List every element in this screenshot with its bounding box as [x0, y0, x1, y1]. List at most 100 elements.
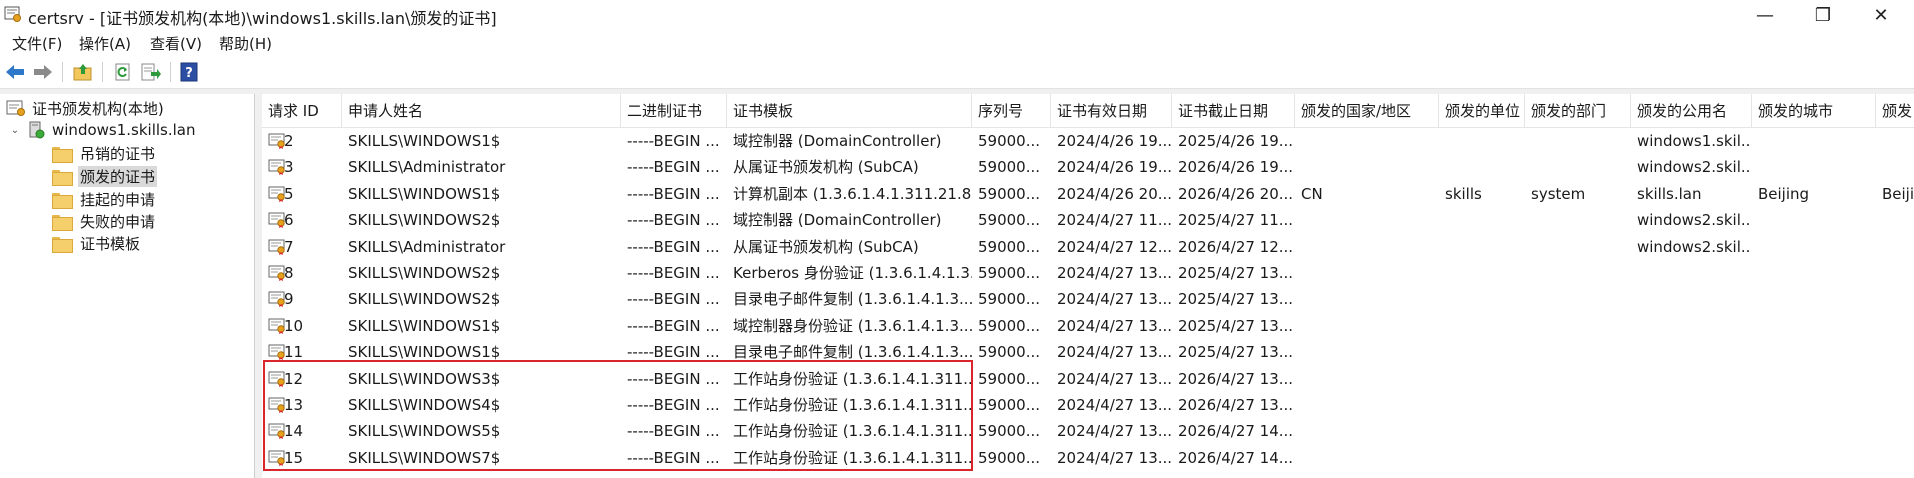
table-row[interactable]: 15 SKILLS\WINDOWS7$ -----BEGIN ... 工作站身份验证 … — [262, 445, 1914, 471]
cell-serial-number: 59000... — [978, 448, 1041, 467]
tree-folder-failed[interactable]: 失败的申请 — [52, 210, 157, 232]
table-row[interactable]: 5 SKILLS\WINDOWS1$ -----BEGIN ... 计算机副本 (1.… — [262, 181, 1914, 207]
cell-issued-cn: windows1.skil... — [1637, 132, 1752, 150]
cell-serial-number: 59000... — [978, 184, 1041, 203]
column-header-issued-state[interactable]: 颁发 — [1876, 94, 1914, 128]
cell-serial-number: 59000... — [978, 422, 1041, 441]
cell-issued-cn — [1631, 392, 1752, 418]
tree-root-label: 证书颁发机构(本地) — [32, 99, 164, 118]
column-header-cert-template[interactable]: 证书模板 — [727, 94, 972, 128]
tree-folder-pending[interactable]: 挂起的申请 — [52, 188, 157, 210]
cell-requester-name: SKILLS\WINDOWS1$ — [348, 316, 501, 335]
table-row[interactable]: 7 SKILLS\Administrator -----BEGIN ... 从属证书颁… — [262, 234, 1914, 260]
cell-valid-from: 2024/4/27 11... — [1057, 211, 1172, 230]
table-row[interactable]: 8 SKILLS\WINDOWS2$ -----BEGIN ... Kerberos … — [262, 260, 1914, 286]
forward-arrow-icon — [34, 65, 52, 79]
table-row[interactable]: 9 SKILLS\WINDOWS2$ -----BEGIN ... 目录电子邮件复制 … — [262, 286, 1914, 312]
cell-issued-org — [1439, 392, 1525, 418]
table-row[interactable]: 10 SKILLS\WINDOWS1$ -----BEGIN ... 域控制器身份验证… — [262, 313, 1914, 339]
back-button[interactable] — [4, 62, 26, 82]
cell-requester-name: SKILLS\WINDOWS7$ — [348, 448, 501, 467]
column-header-valid-from[interactable]: 证书有效日期 — [1051, 94, 1172, 128]
column-header-issued-country[interactable]: 颁发的国家/地区 — [1295, 94, 1439, 128]
toolbar-separator — [170, 62, 171, 82]
cell-cert-template: Kerberos 身份验证 (1.3.6.1.4.1.3... — [733, 264, 972, 282]
cell-request-id: 11 — [284, 343, 304, 362]
menu-view[interactable]: 查看(V) — [150, 33, 202, 54]
window-title: certsrv - [证书颁发机构(本地)\windows1.skills.la… — [28, 9, 497, 28]
export-list-icon — [141, 63, 161, 81]
refresh-icon — [115, 63, 130, 81]
column-header-serial-number[interactable]: 序列号 — [972, 94, 1051, 128]
column-header-requester-name[interactable]: 申请人姓名 — [342, 94, 621, 128]
minimize-button[interactable]: — — [1736, 0, 1794, 30]
cell-binary-cert: -----BEGIN ... — [627, 184, 720, 203]
cell-issued-org — [1439, 154, 1525, 180]
tree-folder-label: 挂起的申请 — [80, 190, 156, 209]
cell-issued-org — [1439, 234, 1525, 260]
cell-issued-cn: skills.lan — [1637, 184, 1702, 203]
cell-issued-org — [1439, 207, 1525, 233]
cell-issued-state — [1876, 339, 1914, 365]
tree-root[interactable]: 证书颁发机构(本地) — [6, 97, 166, 119]
table-row[interactable]: 12 SKILLS\WINDOWS3$ -----BEGIN ... 工作站身份验证 … — [262, 366, 1914, 392]
cell-issued-city — [1752, 128, 1876, 154]
cell-cert-template: 工作站身份验证 (1.3.6.1.4.1.311.... — [733, 396, 972, 414]
restore-button[interactable]: ❐ — [1794, 0, 1852, 30]
cell-issued-ou — [1525, 154, 1631, 180]
cell-valid-from: 2024/4/27 13... — [1057, 264, 1172, 282]
cell-issued-country — [1295, 260, 1439, 286]
toolbar-separator — [102, 62, 103, 82]
server-icon — [29, 121, 45, 139]
help-icon: ? — [180, 62, 198, 82]
table-row[interactable]: 3 SKILLS\Administrator -----BEGIN ... 从属证书颁… — [262, 154, 1914, 180]
tree-folder-revoked[interactable]: 吊销的证书 — [52, 142, 157, 164]
column-header-binary-cert[interactable]: 二进制证书 — [621, 94, 727, 128]
close-button[interactable]: ✕ — [1852, 0, 1910, 30]
column-header-issued-city[interactable]: 颁发的城市 — [1752, 94, 1876, 128]
cell-requester-name: SKILLS\WINDOWS2$ — [348, 211, 501, 230]
cell-issued-ou: system — [1531, 184, 1586, 203]
table-row[interactable]: 14 SKILLS\WINDOWS5$ -----BEGIN ... 工作站身份验证 … — [262, 418, 1914, 444]
collapse-chevron-icon[interactable]: ⌄ — [8, 125, 22, 136]
cell-requester-name: SKILLS\WINDOWS2$ — [348, 290, 501, 309]
cell-issued-city: Beijing — [1758, 184, 1810, 203]
table-row[interactable]: 6 SKILLS\WINDOWS2$ -----BEGIN ... 域控制器 (Dom… — [262, 207, 1914, 233]
refresh-button[interactable] — [112, 62, 134, 82]
tree-server-node[interactable]: ⌄ windows1.skills.lan — [8, 119, 198, 141]
export-list-button[interactable] — [140, 62, 162, 82]
cell-issued-country — [1295, 234, 1439, 260]
cell-binary-cert: -----BEGIN ... — [627, 211, 720, 230]
cell-issued-ou — [1525, 207, 1631, 233]
table-row[interactable]: 2 SKILLS\WINDOWS1$ -----BEGIN ... 域控制器 (Dom… — [262, 128, 1914, 154]
cell-valid-from: 2024/4/27 13... — [1057, 369, 1172, 388]
tree-folder-issued[interactable]: 颁发的证书 — [52, 165, 158, 187]
tree-folder-label: 吊销的证书 — [80, 144, 156, 163]
table-row[interactable]: 13 SKILLS\WINDOWS4$ -----BEGIN ... 工作站身份验证 … — [262, 392, 1914, 418]
column-header-issued-org[interactable]: 颁发的单位 — [1439, 94, 1525, 128]
menu-file[interactable]: 文件(F) — [12, 33, 62, 54]
cell-serial-number: 59000... — [978, 396, 1041, 414]
column-header-valid-to[interactable]: 证书截止日期 — [1172, 94, 1295, 128]
cell-issued-country — [1295, 418, 1439, 444]
column-header-issued-ou[interactable]: 颁发的部门 — [1525, 94, 1631, 128]
forward-button[interactable] — [32, 62, 54, 82]
cell-issued-country — [1295, 445, 1439, 471]
cell-valid-from: 2024/4/27 13... — [1057, 422, 1172, 441]
cell-binary-cert: -----BEGIN ... — [627, 158, 720, 177]
column-header-issued-cn[interactable]: 颁发的公用名 — [1631, 94, 1752, 128]
cell-issued-city — [1752, 392, 1876, 418]
tree-folder-templates[interactable]: 证书模板 — [52, 232, 142, 254]
pane-splitter[interactable] — [255, 94, 262, 478]
cell-issued-country — [1295, 339, 1439, 365]
up-button[interactable] — [72, 62, 94, 82]
column-header-request-id[interactable]: 请求 ID — [262, 94, 342, 128]
cell-serial-number: 59000... — [978, 158, 1041, 177]
help-button[interactable]: ? — [178, 62, 200, 82]
cell-valid-to: 2026/4/27 14... — [1178, 422, 1294, 441]
table-row[interactable]: 11 SKILLS\WINDOWS1$ -----BEGIN ... 目录电子邮件复制… — [262, 339, 1914, 365]
menu-action[interactable]: 操作(A) — [79, 33, 131, 54]
menu-help[interactable]: 帮助(H) — [219, 33, 272, 54]
cell-issued-ou — [1525, 260, 1631, 286]
cell-issued-city — [1752, 418, 1876, 444]
